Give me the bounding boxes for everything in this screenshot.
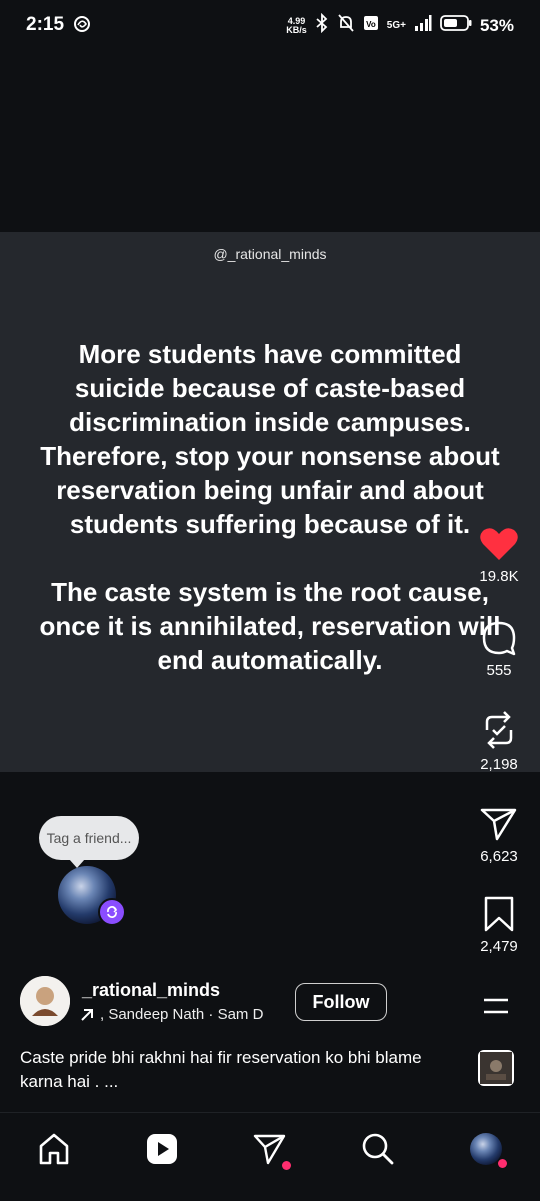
post-quote-text: More students have committed suicide bec… xyxy=(39,339,501,675)
nav-reels[interactable] xyxy=(142,1129,182,1169)
send-icon[interactable] xyxy=(480,806,518,842)
send-icon[interactable] xyxy=(253,1132,287,1166)
post-media[interactable]: @_rational_minds More students have comm… xyxy=(0,232,540,772)
nav-home[interactable] xyxy=(34,1129,74,1169)
follow-button[interactable]: Follow xyxy=(295,983,387,1021)
post-caption[interactable]: Caste pride bhi rakhni hai fir reservati… xyxy=(20,1046,460,1094)
net-speed-unit: KB/s xyxy=(286,24,307,35)
battery-percent: 53% xyxy=(479,15,514,35)
status-time: 2:15 xyxy=(26,14,65,35)
audio-thumbnail[interactable] xyxy=(478,1050,514,1086)
reels-icon[interactable] xyxy=(145,1132,179,1166)
author-username[interactable]: _rational_minds xyxy=(82,980,220,1001)
bookmark-icon[interactable] xyxy=(483,896,515,932)
bluetooth-icon xyxy=(315,12,329,38)
tag-friend-bubble[interactable]: Tag a friend... xyxy=(39,816,139,868)
arrow-up-right-icon xyxy=(81,1008,93,1021)
comment-action[interactable]: 555 xyxy=(474,620,524,679)
status-bar: 2:15 4.99 KB/s Vo 5G+ 53% xyxy=(0,0,540,50)
tag-friend-label: Tag a friend... xyxy=(46,830,132,846)
mute-icon xyxy=(337,13,355,38)
comment-icon[interactable] xyxy=(481,620,517,656)
share-action[interactable]: 6,623 xyxy=(474,806,524,865)
battery-icon xyxy=(440,14,472,37)
sync-icon[interactable] xyxy=(98,898,126,926)
nav-search[interactable] xyxy=(358,1129,398,1169)
share-count: 6,623 xyxy=(480,848,518,865)
net-speed: 4.99 KB/s xyxy=(286,16,307,35)
audio-credit: , Sandeep Nath · Sam D xyxy=(100,1006,264,1023)
comment-count: 555 xyxy=(486,662,512,679)
volte-icon: Vo xyxy=(363,14,379,37)
home-icon[interactable] xyxy=(37,1132,71,1166)
repost-icon[interactable] xyxy=(481,710,517,750)
threads-app-icon xyxy=(72,14,92,34)
notification-dot xyxy=(498,1159,507,1168)
bottom-nav xyxy=(0,1112,540,1201)
profile-avatar[interactable] xyxy=(470,1133,502,1165)
status-icons: 4.99 KB/s Vo 5G+ 53% xyxy=(286,12,514,38)
author-avatar[interactable] xyxy=(20,976,70,1026)
svg-text:Vo: Vo xyxy=(366,20,376,29)
network-type: 5G+ xyxy=(386,20,406,31)
save-action[interactable]: 2,479 xyxy=(474,896,524,955)
heart-icon[interactable] xyxy=(479,526,519,562)
like-action[interactable]: 19.8K xyxy=(474,526,524,585)
repost-action[interactable]: 2,198 xyxy=(474,710,524,773)
nav-profile[interactable] xyxy=(466,1129,507,1169)
save-count: 2,479 xyxy=(480,938,518,955)
search-icon[interactable] xyxy=(361,1132,395,1166)
like-count: 19.8K xyxy=(479,568,519,585)
nav-messages[interactable] xyxy=(250,1129,291,1170)
more-options-icon[interactable] xyxy=(482,997,510,1020)
signal-icon xyxy=(414,14,432,37)
notification-dot xyxy=(282,1161,291,1170)
repost-count: 2,198 xyxy=(480,756,518,773)
audio-row[interactable]: , Sandeep Nath · Sam D xyxy=(80,1006,280,1023)
watermark-handle: @_rational_minds xyxy=(213,246,327,262)
